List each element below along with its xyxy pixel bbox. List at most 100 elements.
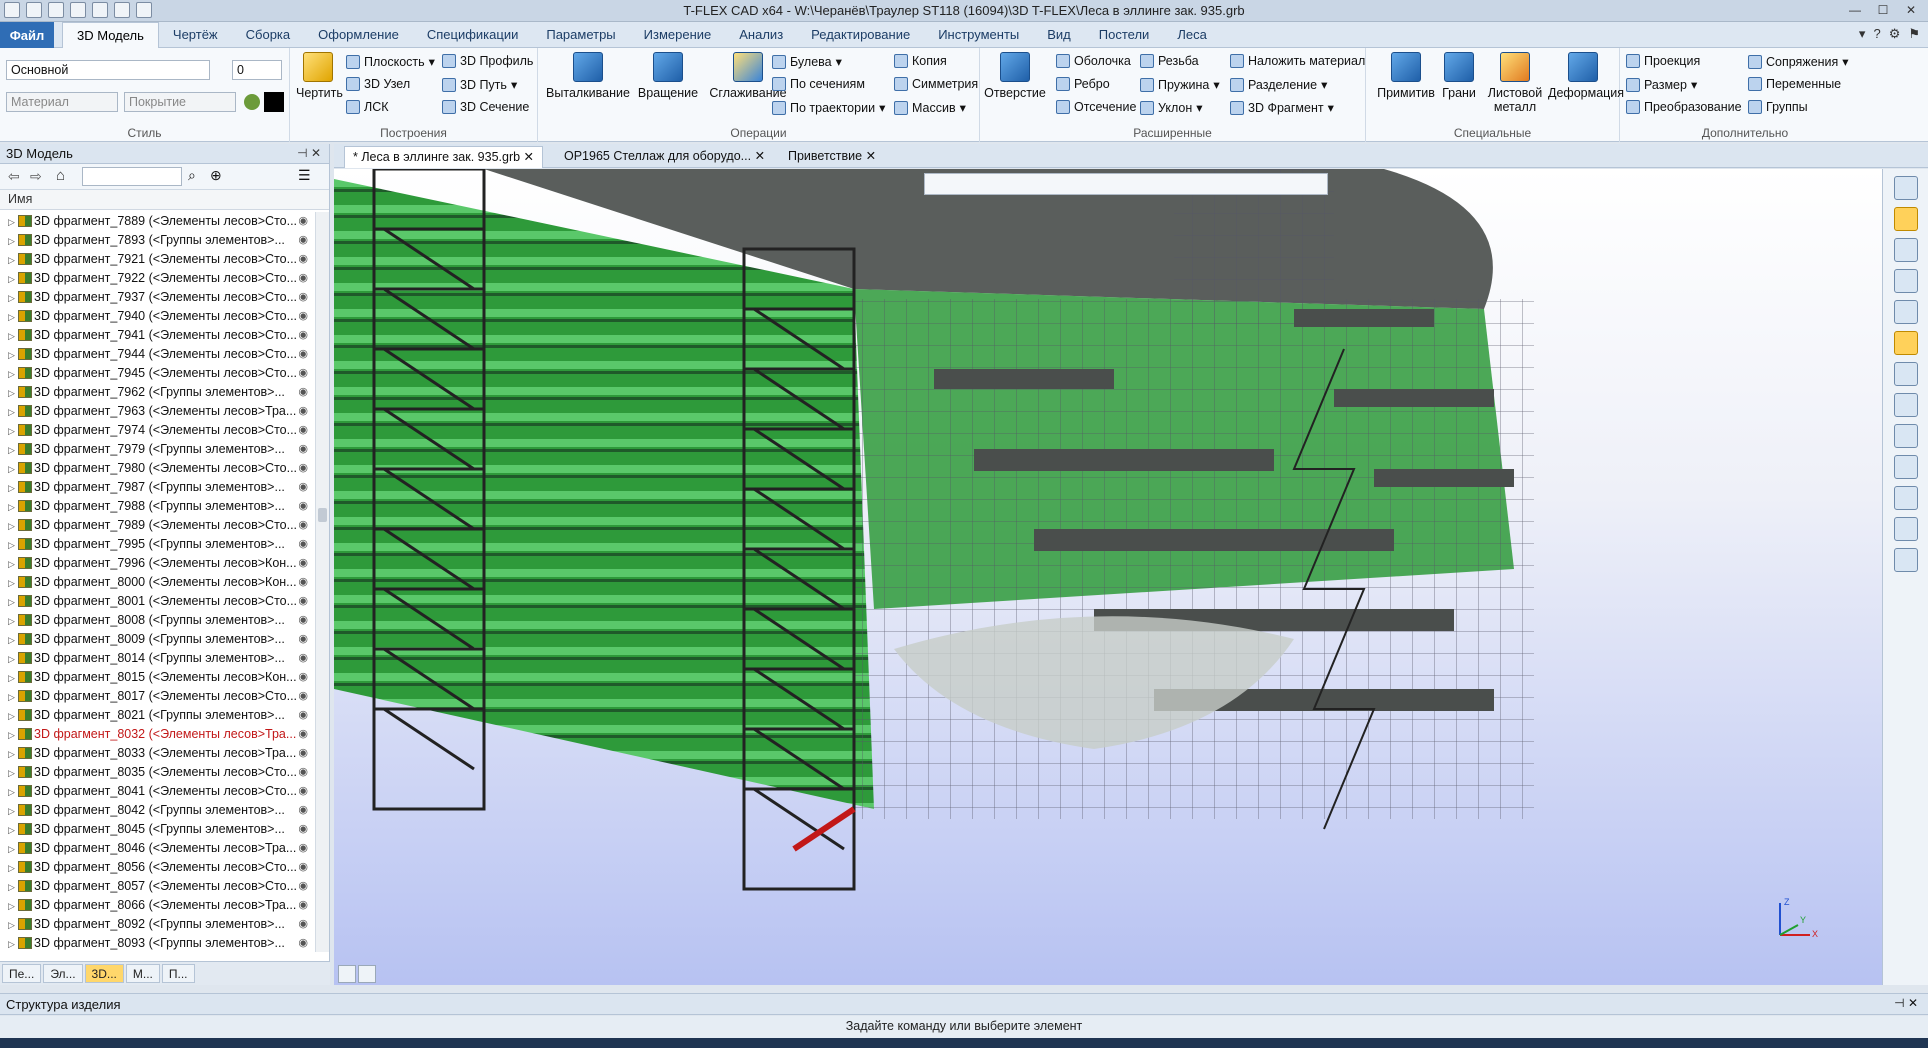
tree-item[interactable]: ▷ 3D фрагмент_8001 (<Элементы лесов>Сто..… xyxy=(0,592,316,611)
tree-item[interactable]: ▷ 3D фрагмент_7979 (<Группы элементов>...… xyxy=(0,440,316,459)
variables-button[interactable]: Переменные xyxy=(1748,77,1841,91)
tab-tools[interactable]: Инструменты xyxy=(924,22,1033,48)
visibility-icon[interactable]: ◉ xyxy=(298,744,308,763)
tree-item[interactable]: ▷ 3D фрагмент_7921 (<Элементы лесов>Сто..… xyxy=(0,250,316,269)
visibility-icon[interactable]: ◉ xyxy=(298,440,308,459)
visibility-icon[interactable]: ◉ xyxy=(298,421,308,440)
panel-tab-2[interactable]: Эл... xyxy=(43,964,83,983)
rotate-button[interactable]: Вращение xyxy=(630,52,706,100)
expand-icon[interactable]: ▷ xyxy=(8,802,18,821)
tree-item[interactable]: ▷ 3D фрагмент_7987 (<Группы элементов>...… xyxy=(0,478,316,497)
tree-item[interactable]: ▷ 3D фрагмент_7974 (<Элементы лесов>Сто..… xyxy=(0,421,316,440)
expand-icon[interactable]: ▷ xyxy=(8,783,18,802)
palette-icon[interactable] xyxy=(244,94,260,110)
tree-item[interactable]: ▷ 3D фрагмент_8042 (<Группы элементов>...… xyxy=(0,801,316,820)
expand-icon[interactable]: ▷ xyxy=(8,935,18,952)
visibility-icon[interactable]: ◉ xyxy=(298,345,308,364)
view-mode-icon-2[interactable] xyxy=(358,965,376,983)
tree-item[interactable]: ▷ 3D фрагмент_8017 (<Элементы лесов>Сто..… xyxy=(0,687,316,706)
tree-item[interactable]: ▷ 3D фрагмент_7996 (<Элементы лесов>Кон..… xyxy=(0,554,316,573)
tab-measure[interactable]: Измерение xyxy=(630,22,726,48)
tree-item[interactable]: ▷ 3D фрагмент_8000 (<Элементы лесов>Кон..… xyxy=(0,573,316,592)
close-icon[interactable]: ✕ xyxy=(524,150,534,164)
close-icon[interactable]: ✕ xyxy=(1898,1,1924,19)
tree-item[interactable]: ▷ 3D фрагмент_8092 (<Группы элементов>...… xyxy=(0,915,316,934)
cut-button[interactable]: Отсечение xyxy=(1056,100,1136,114)
expand-icon[interactable]: ▷ xyxy=(8,555,18,574)
visibility-icon[interactable]: ◉ xyxy=(298,497,308,516)
panel-tab-1[interactable]: Пе... xyxy=(2,964,42,983)
tab-drawing[interactable]: Чертёж xyxy=(159,22,232,48)
expand-icon[interactable]: ▷ xyxy=(8,232,18,251)
faces-button[interactable]: Грани xyxy=(1436,52,1482,100)
tree-item[interactable]: ▷ 3D фрагмент_8032 (<Элементы лесов>Тра..… xyxy=(0,725,316,744)
material-view-icon[interactable] xyxy=(1893,517,1918,541)
expand-icon[interactable]: ▷ xyxy=(8,270,18,289)
close-icon[interactable]: ✕ xyxy=(755,149,765,163)
tree-item[interactable]: ▷ 3D фрагмент_7941 (<Элементы лесов>Сто..… xyxy=(0,326,316,345)
expand-icon[interactable]: ▷ xyxy=(8,308,18,327)
doc-tab-scaffolding[interactable]: * Леса в эллинге зак. 935.grb ✕ xyxy=(344,146,544,168)
expand-icon[interactable]: ▷ xyxy=(8,327,18,346)
tree-item[interactable]: ▷ 3D фрагмент_8015 (<Элементы лесов>Кон..… xyxy=(0,668,316,687)
fragment-button[interactable]: 3D Фрагмент ▾ xyxy=(1230,100,1334,115)
panel-tab-5[interactable]: П... xyxy=(161,964,195,983)
list-options-icon[interactable]: ☰ xyxy=(298,167,311,184)
visibility-icon[interactable]: ◉ xyxy=(298,649,308,668)
material-combo[interactable]: Материал xyxy=(6,92,118,112)
slope-button[interactable]: Уклон ▾ xyxy=(1140,100,1203,115)
expand-icon[interactable]: ▷ xyxy=(8,859,18,878)
expand-icon[interactable]: ▷ xyxy=(8,726,18,745)
boolean-button[interactable]: Булева ▾ xyxy=(772,54,842,69)
expand-icon[interactable]: ▷ xyxy=(8,460,18,479)
tree-item[interactable]: ▷ 3D фрагмент_8008 (<Группы элементов>...… xyxy=(0,611,316,630)
expand-icon[interactable]: ▷ xyxy=(8,593,18,612)
expand-icon[interactable]: ▷ xyxy=(8,821,18,840)
visibility-icon[interactable]: ◉ xyxy=(298,763,308,782)
maximize-icon[interactable]: ☐ xyxy=(1870,1,1896,19)
tree-item[interactable]: ▷ 3D фрагмент_8057 (<Элементы лесов>Сто..… xyxy=(0,877,316,896)
tab-specifications[interactable]: Спецификации xyxy=(413,22,533,48)
split-button[interactable]: Разделение ▾ xyxy=(1230,77,1327,92)
visibility-icon[interactable]: ◉ xyxy=(298,915,308,934)
expand-icon[interactable]: ▷ xyxy=(8,840,18,859)
projection-button[interactable]: Проекция xyxy=(1626,54,1700,68)
visibility-icon[interactable]: ◉ xyxy=(298,383,308,402)
expand-icon[interactable]: ▷ xyxy=(8,536,18,555)
expand-icon[interactable]: ▷ xyxy=(8,669,18,688)
doc-tab-welcome[interactable]: Приветствие ✕ xyxy=(780,146,884,168)
draw-button[interactable]: Чертить xyxy=(296,52,343,100)
3d-viewport[interactable]: Z Y X xyxy=(334,169,1882,985)
visibility-icon[interactable]: ◉ xyxy=(298,402,308,421)
tree-item[interactable]: ▷ 3D фрагмент_8014 (<Группы элементов>...… xyxy=(0,649,316,668)
doc-tab-rack[interactable]: ОР1965 Стеллаж для оборудо... ✕ xyxy=(556,146,773,168)
expand-icon[interactable]: ▷ xyxy=(8,897,18,916)
expand-icon[interactable]: ▷ xyxy=(8,498,18,517)
visibility-icon[interactable]: ◉ xyxy=(298,288,308,307)
panel-tab-4[interactable]: М... xyxy=(125,964,160,983)
plane-button[interactable]: Плоскость ▾ xyxy=(346,54,435,69)
expand-icon[interactable]: ▷ xyxy=(8,916,18,935)
back-icon[interactable]: ⇦ xyxy=(8,168,20,185)
tree-item[interactable]: ▷ 3D фрагмент_7962 (<Группы элементов>...… xyxy=(0,383,316,402)
lsk-button[interactable]: ЛСК xyxy=(346,100,389,114)
close-icon[interactable]: ✕ xyxy=(866,149,876,163)
by-path-button[interactable]: По траектории ▾ xyxy=(772,100,885,115)
visibility-icon[interactable]: ◉ xyxy=(298,516,308,535)
deform-button[interactable]: Деформация xyxy=(1548,52,1624,100)
visibility-icon[interactable]: ◉ xyxy=(298,687,308,706)
tree-scrollbar[interactable] xyxy=(315,212,329,952)
array-button[interactable]: Массив ▾ xyxy=(894,100,966,115)
expand-icon[interactable]: ▷ xyxy=(8,878,18,897)
expand-icon[interactable]: ▷ xyxy=(8,422,18,441)
visibility-icon[interactable]: ◉ xyxy=(298,573,308,592)
expand-icon[interactable]: ▷ xyxy=(8,251,18,270)
render-mode-icon[interactable] xyxy=(1893,455,1918,479)
visibility-icon[interactable]: ◉ xyxy=(298,212,308,231)
expand-icon[interactable]: ▷ xyxy=(8,441,18,460)
node-button[interactable]: 3D Узел xyxy=(346,77,410,91)
section-view-icon[interactable] xyxy=(1893,362,1918,386)
visibility-icon[interactable]: ◉ xyxy=(298,820,308,839)
visibility-icon[interactable]: ◉ xyxy=(298,630,308,649)
view-mode-icon-1[interactable] xyxy=(338,965,356,983)
